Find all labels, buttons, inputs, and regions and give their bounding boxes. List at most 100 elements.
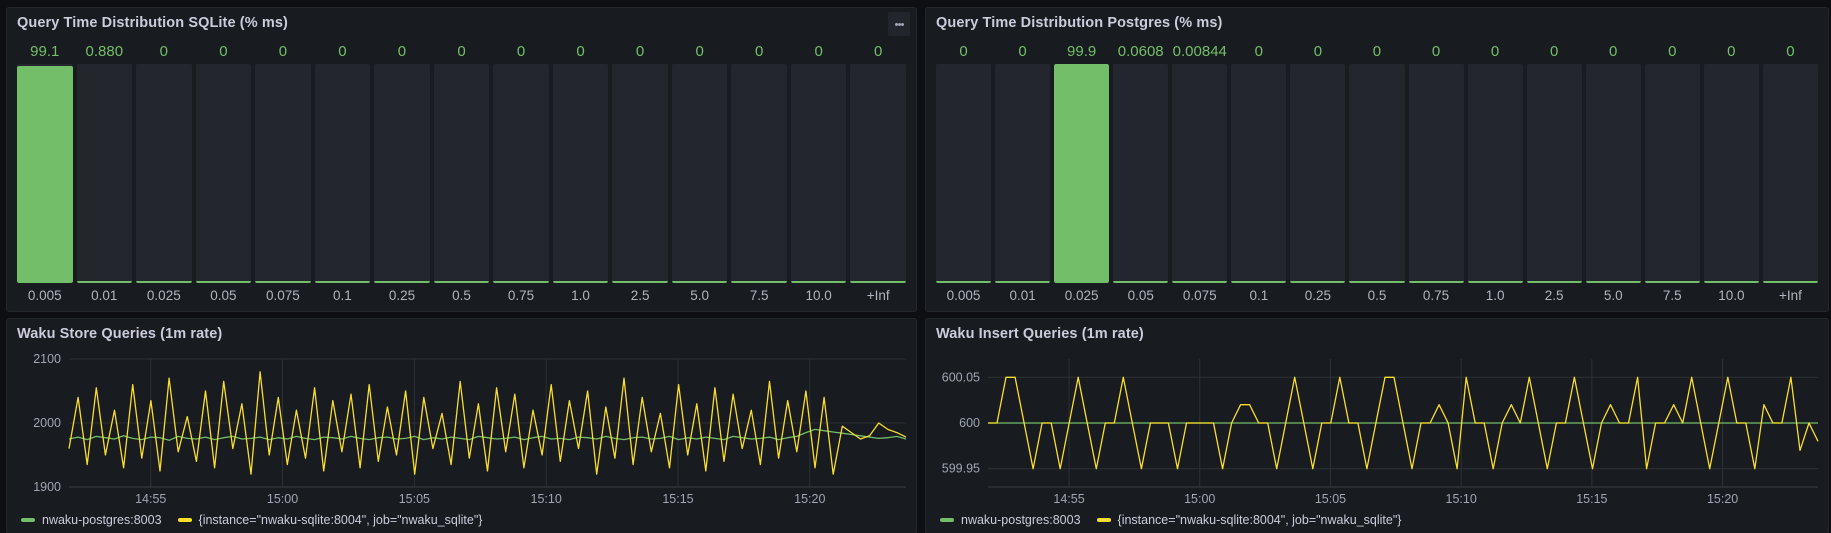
histogram-bucket[interactable]: 02.5 <box>610 38 670 307</box>
legend-store-queries: nwaku-postgres:8003 {instance="nwaku-sqli… <box>7 509 916 533</box>
histogram-bucket[interactable]: 0.00844 0.075 <box>1170 38 1229 307</box>
panel-cell-postgres-histogram: Query Time Distribution Postgres (% ms) … <box>921 4 1831 315</box>
histogram-bar-track <box>553 64 609 283</box>
histogram-bucket[interactable]: 010.0 <box>789 38 849 307</box>
histogram-bucket[interactable]: 00.1 <box>1229 38 1288 307</box>
histogram-bucket-label: 0.005 <box>17 283 73 307</box>
histogram-bucket-label: 0.75 <box>1409 283 1464 307</box>
histogram-bucket[interactable]: 00.5 <box>432 38 492 307</box>
histogram-bucket[interactable]: 05.0 <box>1584 38 1643 307</box>
legend-label: {instance="nwaku-sqlite:8004", job="nwak… <box>1118 513 1402 527</box>
histogram-bucket-value: 0 <box>672 38 728 64</box>
histogram-bucket[interactable]: 07.5 <box>729 38 789 307</box>
histogram-bar-fill <box>936 281 991 283</box>
legend-item[interactable]: nwaku-postgres:8003 <box>940 513 1081 527</box>
histogram-bucket[interactable]: 00.75 <box>1407 38 1466 307</box>
histogram-bucket-label: 7.5 <box>731 283 787 307</box>
histogram-bucket[interactable]: 0.06080.05 <box>1111 38 1170 307</box>
histogram-bar-track <box>731 64 787 283</box>
page-title: Query Time Distribution SQLite (% ms) <box>17 15 288 31</box>
histogram-bucket[interactable]: 00.1 <box>313 38 373 307</box>
histogram-bucket-label: 0.01 <box>995 283 1050 307</box>
histogram-bar-track <box>315 64 371 283</box>
histogram-bar-track <box>493 64 549 283</box>
histogram-bucket[interactable]: 99.90.025 <box>1052 38 1111 307</box>
histogram-bar-fill <box>493 281 549 283</box>
x-axis-tick-label: 15:05 <box>1315 492 1346 506</box>
legend-color-swatch <box>940 518 954 522</box>
histogram-bucket-value: 0 <box>1645 38 1700 64</box>
panel-cell-insert-queries: Waku Insert Queries (1m rate) 599.956006… <box>921 315 1831 533</box>
histogram-bucket[interactable]: 01.0 <box>1466 38 1525 307</box>
histogram-bucket[interactable]: 00.75 <box>491 38 551 307</box>
histogram-bucket-value: 99.9 <box>1054 38 1109 64</box>
histogram-bucket-label: 0.5 <box>434 283 490 307</box>
legend-item[interactable]: nwaku-postgres:8003 <box>21 513 162 527</box>
histogram-bucket[interactable]: 01.0 <box>551 38 611 307</box>
legend-color-swatch <box>178 518 192 522</box>
x-axis-tick-label: 14:55 <box>135 492 166 506</box>
histogram-bar-track <box>850 64 906 283</box>
timeseries-plot-store[interactable]: 19002000210014:5515:0015:0515:1015:1515:… <box>7 349 916 509</box>
histogram-bucket-value: 0 <box>196 38 252 64</box>
histogram-bucket-label: 0.5 <box>1349 283 1404 307</box>
histogram-bar-fill <box>791 281 847 283</box>
histogram-bucket[interactable]: 00.075 <box>253 38 313 307</box>
histogram-bucket[interactable]: 0.8800.01 <box>75 38 135 307</box>
y-axis-tick-label: 1900 <box>33 480 61 494</box>
histogram-bucket[interactable]: 010.0 <box>1702 38 1761 307</box>
histogram-bucket[interactable]: 00.01 <box>993 38 1052 307</box>
x-axis-tick-label: 15:05 <box>399 492 430 506</box>
legend-item[interactable]: {instance="nwaku-sqlite:8004", job="nwak… <box>178 513 483 527</box>
histogram-bucket-label: 10.0 <box>1704 283 1759 307</box>
histogram-bar-track <box>995 64 1050 283</box>
histogram-bar-track <box>1527 64 1582 283</box>
histogram-bucket[interactable]: 00.025 <box>134 38 194 307</box>
kebab-menu-icon[interactable] <box>888 12 910 36</box>
timeseries-plot-insert[interactable]: 599.95600600.0514:5515:0015:0515:1015:15… <box>926 349 1828 509</box>
x-axis-tick-label: 15:00 <box>1184 492 1215 506</box>
histogram-bucket[interactable]: 00.25 <box>1288 38 1347 307</box>
histogram-bar-fill <box>1054 64 1109 283</box>
kebab-dot <box>901 23 904 26</box>
x-axis-tick-label: 15:20 <box>1707 492 1738 506</box>
histogram-bucket-value: 0 <box>850 38 906 64</box>
histogram-bucket-label: 0.075 <box>1172 283 1227 307</box>
histogram-bucket[interactable]: 07.5 <box>1643 38 1702 307</box>
histogram-bar-track <box>255 64 311 283</box>
histogram-bucket-label: 7.5 <box>1645 283 1700 307</box>
histogram-bar-track <box>672 64 728 283</box>
histogram-bucket[interactable]: 00.005 <box>934 38 993 307</box>
histogram-bar-fill <box>196 281 252 283</box>
histogram-bar-fill <box>553 281 609 283</box>
x-axis-tick-label: 15:10 <box>1446 492 1477 506</box>
histogram-bucket-label: +Inf <box>1763 283 1818 307</box>
histogram-bucket-value: 0 <box>612 38 668 64</box>
histogram-bucket[interactable]: 0+Inf <box>848 38 908 307</box>
histogram-bar-track <box>1054 64 1109 283</box>
histogram-bar-fill <box>995 281 1050 283</box>
timeseries-svg-store: 19002000210014:5515:0015:0515:1015:1515:… <box>7 349 916 509</box>
histogram-bucket[interactable]: 99.10.005 <box>15 38 75 307</box>
panel-header-insert-queries: Waku Insert Queries (1m rate) <box>926 319 1828 349</box>
histogram-bucket[interactable]: 00.25 <box>372 38 432 307</box>
page-title: Waku Insert Queries (1m rate) <box>936 326 1144 342</box>
histogram-bucket[interactable]: 00.5 <box>1347 38 1406 307</box>
histogram-bucket-value: 0 <box>1704 38 1759 64</box>
histogram-bucket-label: 5.0 <box>672 283 728 307</box>
histogram-bucket[interactable]: 02.5 <box>1525 38 1584 307</box>
histogram-bar-fill <box>1409 281 1464 283</box>
histogram-bucket[interactable]: 00.05 <box>194 38 254 307</box>
histogram-bucket-label: 0.05 <box>1113 283 1168 307</box>
legend-item[interactable]: {instance="nwaku-sqlite:8004", job="nwak… <box>1097 513 1402 527</box>
histogram-bucket-value: 0.00844 <box>1172 38 1227 64</box>
histogram-bar-track <box>1763 64 1818 283</box>
histogram-bar-track <box>1586 64 1641 283</box>
histogram-bars-sqlite: 99.10.0050.8800.0100.02500.0500.07500.10… <box>7 38 916 311</box>
histogram-bucket[interactable]: 05.0 <box>670 38 730 307</box>
histogram-bar-fill <box>136 281 192 283</box>
histogram-bar-fill <box>1704 281 1759 283</box>
histogram-bucket[interactable]: 0+Inf <box>1761 38 1820 307</box>
y-axis-tick-label: 599.95 <box>942 462 980 476</box>
histogram-bucket-value: 0 <box>255 38 311 64</box>
